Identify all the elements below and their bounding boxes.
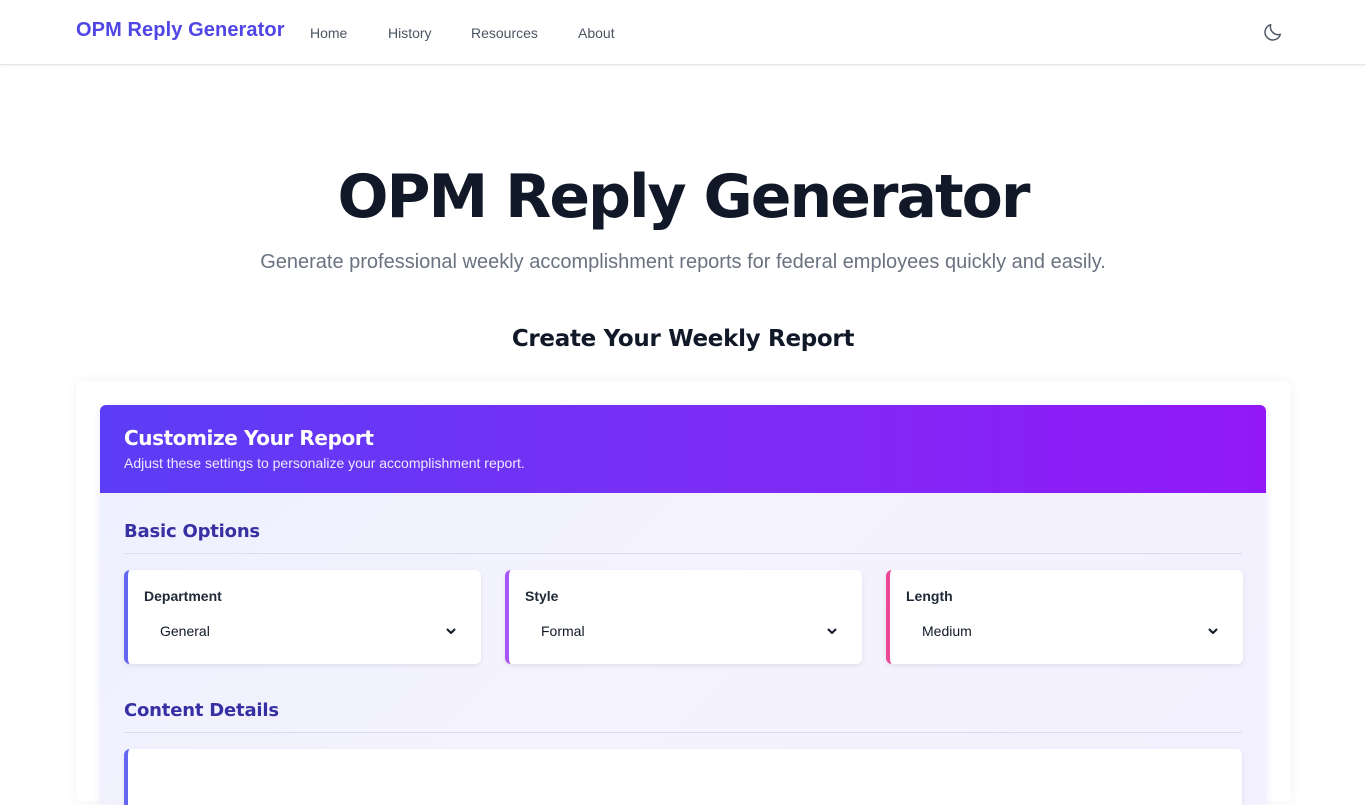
panel-header: Customize Your Report Adjust these setti… xyxy=(100,405,1266,493)
moon-icon xyxy=(1264,23,1282,41)
nav-link-home[interactable]: Home xyxy=(310,25,347,41)
divider xyxy=(124,553,1242,554)
theme-toggle-button[interactable] xyxy=(1262,21,1284,43)
chevron-down-icon xyxy=(446,628,456,634)
panel-description: Adjust these settings to personalize you… xyxy=(124,455,525,471)
nav-link-resources[interactable]: Resources xyxy=(471,25,538,41)
length-option-card: Length Medium xyxy=(886,570,1243,664)
style-option-card: Style Formal xyxy=(505,570,862,664)
nav-link-history[interactable]: History xyxy=(388,25,432,41)
length-select[interactable]: Medium xyxy=(906,616,1227,646)
style-select[interactable]: Formal xyxy=(525,616,846,646)
hero-subtitle: Generate professional weekly accomplishm… xyxy=(260,251,1106,273)
length-selected-value: Medium xyxy=(922,623,972,639)
content-details-heading: Content Details xyxy=(124,700,279,721)
department-label: Department xyxy=(144,588,222,604)
basic-options-heading: Basic Options xyxy=(124,521,260,542)
style-label: Style xyxy=(525,588,559,604)
chevron-down-icon xyxy=(827,628,837,634)
department-selected-value: General xyxy=(160,623,210,639)
section-title: Create Your Weekly Report xyxy=(511,326,855,352)
nav-link-about[interactable]: About xyxy=(578,25,615,41)
top-navbar: OPM Reply Generator Home History Resourc… xyxy=(0,0,1366,65)
panel-title: Customize Your Report xyxy=(124,426,374,450)
department-option-card: Department General xyxy=(124,570,481,664)
divider xyxy=(124,732,1242,733)
style-selected-value: Formal xyxy=(541,623,585,639)
content-details-card xyxy=(124,749,1242,805)
length-label: Length xyxy=(906,588,953,604)
brand-logo-text[interactable]: OPM Reply Generator xyxy=(76,19,285,42)
hero-title: OPM Reply Generator xyxy=(337,162,1031,232)
customize-panel: Customize Your Report Adjust these setti… xyxy=(100,405,1266,805)
department-select[interactable]: General xyxy=(144,616,465,646)
chevron-down-icon xyxy=(1208,628,1218,634)
